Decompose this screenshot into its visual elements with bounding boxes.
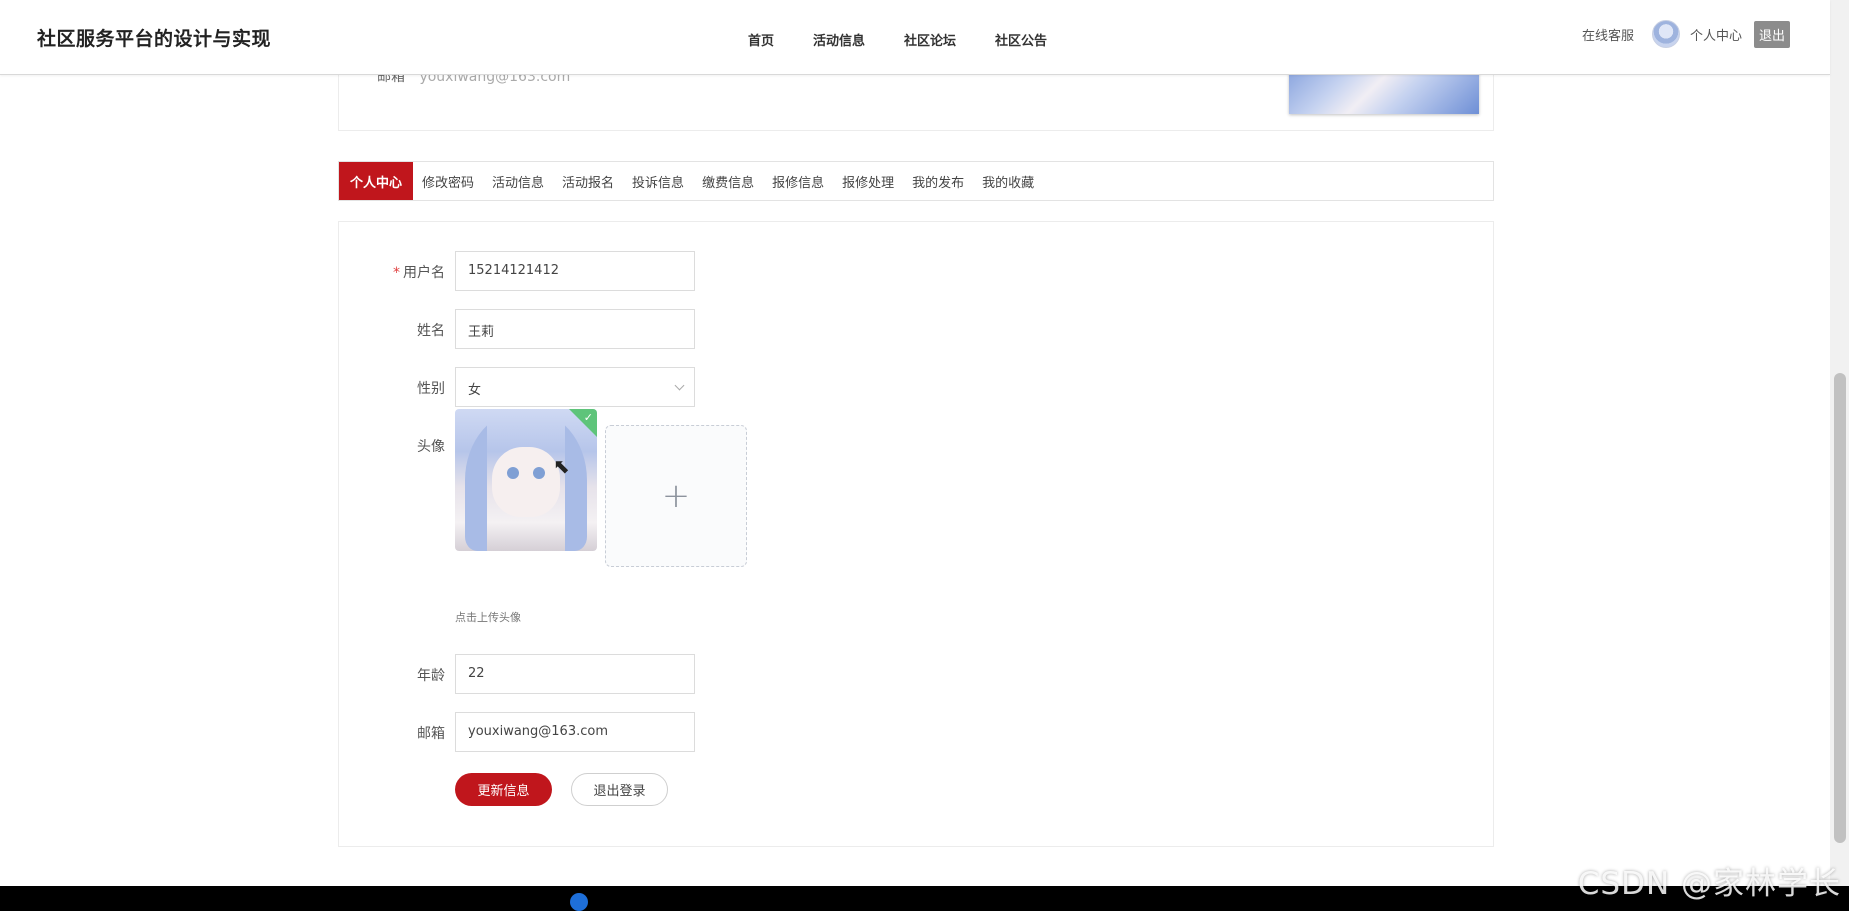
- personal-center-link[interactable]: 个人中心: [1690, 25, 1742, 44]
- user-area: 在线客服 个人中心 退出: [1582, 20, 1790, 48]
- name-input[interactable]: 王莉: [455, 309, 695, 349]
- nav-item-announcements[interactable]: 社区公告: [995, 26, 1047, 49]
- footer-icon: [570, 893, 588, 911]
- update-info-button[interactable]: 更新信息: [455, 773, 552, 806]
- watermark: CSDN @家林学长: [1577, 866, 1841, 902]
- avatar-upload-button[interactable]: +: [605, 425, 747, 567]
- top-navbar: 社区服务平台的设计与实现 首页 活动信息 社区论坛 社区公告 在线客服 个人中心…: [0, 0, 1830, 75]
- logout-button[interactable]: 退出: [1753, 20, 1790, 48]
- name-label: 姓名: [417, 323, 445, 339]
- nav-item-forum[interactable]: 社区论坛: [904, 26, 956, 49]
- avatar-eye: [533, 467, 545, 479]
- scrollbar-thumb[interactable]: [1834, 373, 1846, 843]
- tab-my-favorites[interactable]: 我的收藏: [973, 162, 1043, 200]
- profile-tabs: 个人中心 修改密码 活动信息 活动报名 投诉信息 缴费信息 报修信息 报修处理 …: [338, 161, 1494, 201]
- mouse-cursor-icon: ⬉: [553, 454, 570, 478]
- upload-tip: 点击上传头像: [455, 611, 521, 624]
- site-brand[interactable]: 社区服务平台的设计与实现: [37, 24, 271, 51]
- tab-repair-info[interactable]: 报修信息: [763, 162, 833, 200]
- chevron-down-icon: [674, 380, 685, 391]
- tab-complaints[interactable]: 投诉信息: [623, 162, 693, 200]
- username-row: * 用户名 15214121412: [339, 251, 1493, 291]
- tab-payments[interactable]: 缴费信息: [693, 162, 763, 200]
- age-row: 年龄 22: [339, 654, 1493, 694]
- avatar-label: 头像: [417, 439, 445, 455]
- plus-icon: +: [661, 476, 691, 516]
- main-nav: 首页 活动信息 社区论坛 社区公告: [748, 26, 1086, 49]
- username-label: * 用户名: [393, 265, 445, 281]
- name-row: 姓名 王莉: [339, 309, 1493, 349]
- age-input[interactable]: 22: [455, 654, 695, 694]
- tab-change-password[interactable]: 修改密码: [413, 162, 483, 200]
- age-label: 年龄: [417, 668, 445, 684]
- check-icon: ✓: [583, 411, 593, 424]
- avatar-eye: [507, 467, 519, 479]
- profile-form: * 用户名 15214121412 姓名 王莉 性别 女 头像 ✓ ⬉ + 点击上…: [338, 221, 1494, 847]
- gender-selected: 女: [468, 383, 482, 398]
- tab-activity-info[interactable]: 活动信息: [483, 162, 553, 200]
- email-input[interactable]: youxiwang@163.com: [455, 712, 695, 752]
- email-label: 邮箱: [417, 726, 445, 742]
- page-scrollbar[interactable]: [1830, 0, 1849, 886]
- logout-account-button[interactable]: 退出登录: [571, 773, 668, 806]
- page-footer: [0, 886, 1849, 911]
- tab-personal-center[interactable]: 个人中心: [339, 162, 413, 200]
- email-row: 邮箱 youxiwang@163.com: [339, 712, 1493, 752]
- avatar-face: [492, 447, 560, 517]
- tab-my-posts[interactable]: 我的发布: [903, 162, 973, 200]
- gender-row: 性别 女: [339, 367, 1493, 407]
- nav-item-activities[interactable]: 活动信息: [813, 26, 865, 49]
- username-input[interactable]: 15214121412: [455, 251, 695, 291]
- gender-label: 性别: [417, 381, 445, 397]
- tab-activity-signup[interactable]: 活动报名: [553, 162, 623, 200]
- gender-select[interactable]: 女: [455, 367, 695, 407]
- avatar-preview[interactable]: ✓: [455, 409, 597, 551]
- nav-item-home[interactable]: 首页: [748, 26, 774, 49]
- tab-repair-handling[interactable]: 报修处理: [833, 162, 903, 200]
- user-avatar[interactable]: [1651, 20, 1680, 48]
- online-service-link[interactable]: 在线客服: [1582, 25, 1634, 44]
